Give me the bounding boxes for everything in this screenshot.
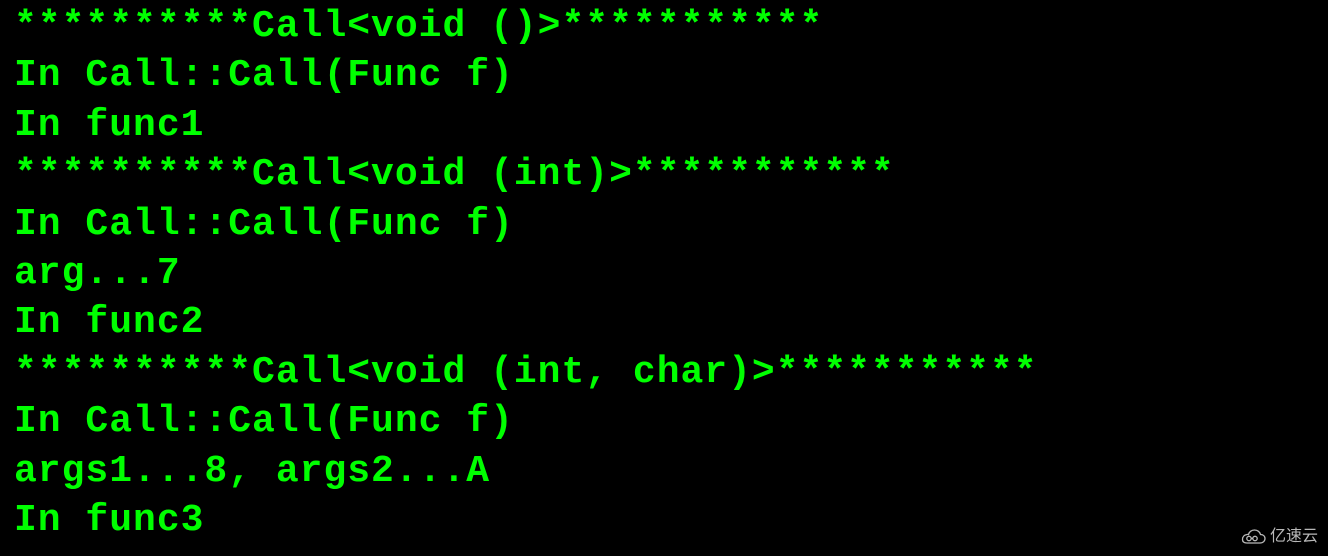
terminal-line: In func3 xyxy=(14,496,1314,545)
terminal-output: **********Call<void ()>*********** In Ca… xyxy=(14,2,1314,545)
terminal-line: **********Call<void (int, char)>********… xyxy=(14,348,1314,397)
terminal-line: In Call::Call(Func f) xyxy=(14,51,1314,100)
terminal-line: In func1 xyxy=(14,101,1314,150)
watermark: 亿速云 xyxy=(1240,527,1318,548)
terminal-line: **********Call<void (int)>*********** xyxy=(14,150,1314,199)
terminal-line: args1...8, args2...A xyxy=(14,447,1314,496)
terminal-line: In Call::Call(Func f) xyxy=(14,200,1314,249)
terminal-line: In Call::Call(Func f) xyxy=(14,397,1314,446)
terminal-line: arg...7 xyxy=(14,249,1314,298)
terminal-line: In func2 xyxy=(14,298,1314,347)
watermark-text: 亿速云 xyxy=(1270,527,1318,548)
cloud-icon xyxy=(1240,529,1266,547)
terminal-line: **********Call<void ()>*********** xyxy=(14,2,1314,51)
